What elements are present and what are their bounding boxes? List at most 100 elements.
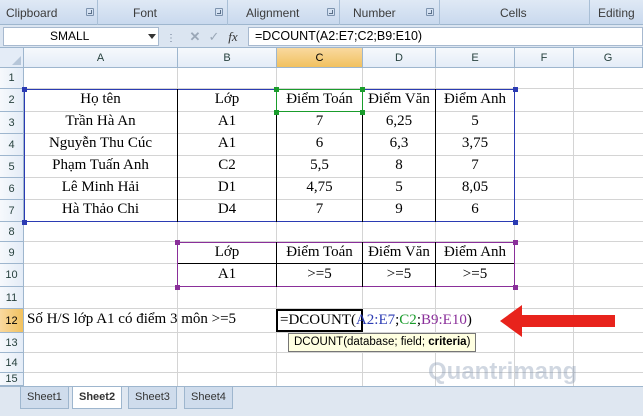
header-cell-lop[interactable]: Lớp bbox=[178, 91, 276, 108]
criteria-header-lop[interactable]: Lớp bbox=[178, 244, 276, 261]
function-tooltip[interactable]: DCOUNT(database; field; criteria) bbox=[288, 333, 477, 352]
row-header-14[interactable]: 14 bbox=[0, 353, 24, 373]
criteria-header-diem-toan[interactable]: Điểm Toán bbox=[277, 244, 362, 261]
table-cell[interactable]: 4,75 bbox=[277, 179, 362, 196]
name-box-dropdown-icon[interactable] bbox=[148, 34, 156, 39]
cell-formula-text[interactable]: =DCOUNT(A2:E7;C2;B9:E10) bbox=[280, 310, 472, 331]
ribbon-group-alignment[interactable]: Alignment bbox=[228, 0, 340, 25]
row-header-9[interactable]: 9 bbox=[0, 242, 24, 264]
column-header-c[interactable]: C bbox=[277, 48, 363, 68]
ribbon-group-clipboard[interactable]: Clipboard bbox=[0, 0, 98, 25]
row-header-11[interactable]: 11 bbox=[0, 287, 24, 309]
row-header-1[interactable]: 1 bbox=[0, 68, 24, 89]
ribbon-group-cells[interactable]: Cells bbox=[440, 0, 590, 25]
column-header-a[interactable]: A bbox=[24, 48, 178, 68]
table-cell[interactable]: Lê Minh Hải bbox=[24, 179, 177, 196]
sheet-tab[interactable]: Sheet1 bbox=[20, 387, 69, 409]
table-cell[interactable]: Trần Hà An bbox=[24, 113, 177, 130]
formula-suffix: ) bbox=[466, 312, 472, 328]
table-cell[interactable]: 5 bbox=[363, 179, 435, 196]
sheet-tab[interactable]: Sheet3 bbox=[128, 387, 177, 409]
formula-input[interactable]: =DCOUNT(A2:E7;C2;B9:E10) bbox=[248, 27, 643, 46]
table-cell[interactable]: A1 bbox=[178, 113, 276, 130]
criteria-header-diem-van[interactable]: Điểm Văn bbox=[363, 244, 435, 261]
number-label: Number bbox=[353, 6, 396, 20]
range-handle[interactable] bbox=[22, 220, 27, 225]
ribbon-group-bar: Clipboard Font Alignment Number Cells Ed… bbox=[0, 0, 643, 25]
row-header-6[interactable]: 6 bbox=[0, 178, 24, 200]
row-header-7[interactable]: 7 bbox=[0, 200, 24, 222]
sheet-tab[interactable]: Sheet4 bbox=[184, 387, 233, 409]
column-header-g[interactable]: G bbox=[574, 48, 643, 68]
question-cell[interactable]: Số H/S lớp A1 có điểm 3 môn >=5 bbox=[24, 311, 236, 328]
row-header-12[interactable]: 12 bbox=[0, 309, 24, 333]
column-header-d[interactable]: D bbox=[363, 48, 436, 68]
table-cell[interactable]: 8,05 bbox=[436, 179, 514, 196]
header-cell-diem-van[interactable]: Điểm Văn bbox=[363, 91, 435, 108]
alignment-launcher-icon[interactable] bbox=[327, 8, 335, 16]
table-border bbox=[178, 263, 514, 264]
cancel-icon[interactable]: ✕ bbox=[186, 28, 204, 45]
table-cell[interactable]: D4 bbox=[178, 201, 276, 218]
table-cell[interactable]: Nguyễn Thu Cúc bbox=[24, 135, 177, 152]
row-header-2[interactable]: 2 bbox=[0, 89, 24, 112]
table-cell[interactable]: 7 bbox=[436, 157, 514, 174]
table-cell[interactable]: 7 bbox=[277, 201, 362, 218]
name-box[interactable]: SMALL bbox=[3, 27, 159, 46]
table-cell[interactable]: A1 bbox=[178, 135, 276, 152]
clipboard-label: Clipboard bbox=[6, 6, 58, 20]
header-cell-ho-ten[interactable]: Họ tên bbox=[24, 91, 177, 108]
table-cell[interactable]: 8 bbox=[363, 157, 435, 174]
table-cell[interactable]: 7 bbox=[277, 113, 362, 130]
tooltip-close: ) bbox=[466, 336, 471, 348]
ribbon-group-font[interactable]: Font bbox=[98, 0, 228, 25]
row-header-8[interactable]: 8 bbox=[0, 222, 24, 242]
table-cell[interactable]: 6 bbox=[277, 135, 362, 152]
clipboard-launcher-icon[interactable] bbox=[86, 8, 94, 16]
font-launcher-icon[interactable] bbox=[215, 8, 223, 16]
column-header-b[interactable]: B bbox=[178, 48, 277, 68]
table-cell[interactable]: Hà Thảo Chi bbox=[24, 201, 177, 218]
column-header-e[interactable]: E bbox=[436, 48, 515, 68]
row-header-15[interactable]: 15 bbox=[0, 373, 24, 386]
criteria-value-toan[interactable]: >=5 bbox=[277, 266, 362, 283]
ribbon-group-editing[interactable]: Editing bbox=[590, 0, 643, 25]
number-launcher-icon[interactable] bbox=[426, 8, 434, 16]
criteria-value-lop[interactable]: A1 bbox=[178, 266, 276, 283]
criteria-value-anh[interactable]: >=5 bbox=[436, 266, 514, 283]
font-label: Font bbox=[133, 6, 158, 20]
table-cell[interactable]: 3,75 bbox=[436, 135, 514, 152]
row-header-3[interactable]: 3 bbox=[0, 112, 24, 134]
range-handle[interactable] bbox=[513, 285, 518, 290]
formula-arg-criteria: B9:E10 bbox=[420, 312, 467, 328]
formula-arg-field: C2 bbox=[399, 312, 417, 328]
select-all-corner[interactable] bbox=[0, 48, 24, 68]
cells-label: Cells bbox=[500, 6, 527, 20]
table-cell[interactable]: 6,3 bbox=[363, 135, 435, 152]
table-cell[interactable]: 9 bbox=[363, 201, 435, 218]
formula-bar-grip-icon: ⋮ bbox=[166, 33, 176, 44]
header-cell-diem-anh[interactable]: Điểm Anh bbox=[436, 91, 514, 108]
criteria-header-diem-anh[interactable]: Điểm Anh bbox=[436, 244, 514, 261]
row-header-4[interactable]: 4 bbox=[0, 134, 24, 156]
table-cell[interactable]: 5,5 bbox=[277, 157, 362, 174]
table-cell[interactable]: C2 bbox=[178, 157, 276, 174]
row-header-10[interactable]: 10 bbox=[0, 264, 24, 287]
header-cell-diem-toan[interactable]: Điểm Toán bbox=[277, 91, 362, 108]
row-header-13[interactable]: 13 bbox=[0, 333, 24, 353]
table-cell[interactable]: 6 bbox=[436, 201, 514, 218]
range-handle[interactable] bbox=[175, 285, 180, 290]
ribbon-group-number[interactable]: Number bbox=[340, 0, 440, 25]
table-cell[interactable]: D1 bbox=[178, 179, 276, 196]
editing-label: Editing bbox=[598, 6, 635, 20]
enter-check-icon[interactable]: ✓ bbox=[205, 28, 223, 45]
table-cell[interactable]: 6,25 bbox=[363, 113, 435, 130]
table-cell[interactable]: 5 bbox=[436, 113, 514, 130]
criteria-value-van[interactable]: >=5 bbox=[363, 266, 435, 283]
insert-function-icon[interactable]: fx bbox=[224, 28, 242, 45]
sheet-tab-active[interactable]: Sheet2 bbox=[72, 387, 123, 409]
table-cell[interactable]: Phạm Tuấn Anh bbox=[24, 157, 177, 174]
range-handle[interactable] bbox=[513, 220, 518, 225]
column-header-f[interactable]: F bbox=[515, 48, 574, 68]
row-header-5[interactable]: 5 bbox=[0, 156, 24, 178]
